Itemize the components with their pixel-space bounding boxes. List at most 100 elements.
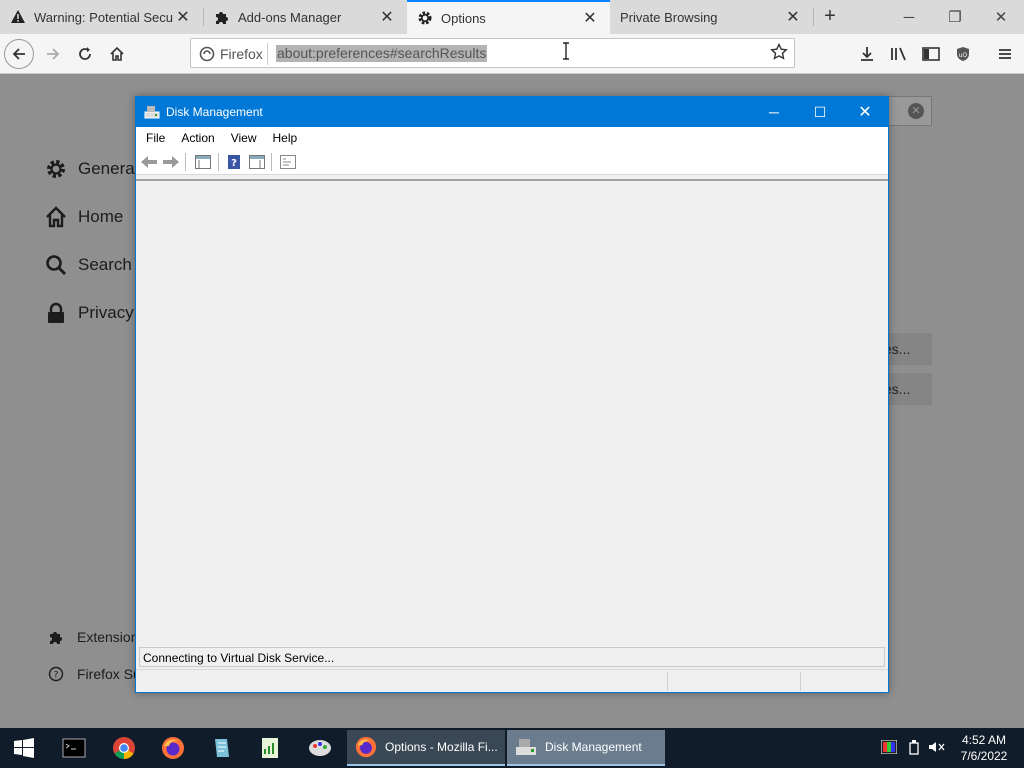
console-content-area <box>136 179 888 645</box>
close-window-icon[interactable]: ✕ <box>978 0 1024 34</box>
home-icon <box>44 205 68 229</box>
system-clock[interactable]: 4:52 AM 7/6/2022 <box>952 732 1016 764</box>
menu-file[interactable]: File <box>136 131 173 145</box>
search-icon <box>44 253 68 277</box>
clock-date: 7/6/2022 <box>960 749 1008 763</box>
task-label: Options - Mozilla Fi... <box>385 740 498 754</box>
taskbar-disk-management[interactable]: Disk Management <box>507 730 665 766</box>
close-tab-icon[interactable]: ✕ <box>173 7 193 27</box>
menu-view[interactable]: View <box>223 131 265 145</box>
usb-device-icon[interactable] <box>905 738 923 756</box>
close-tab-icon[interactable]: ✕ <box>783 7 803 27</box>
url-bar[interactable]: Firefox about:preferences#searchResults <box>190 38 795 68</box>
maximize-icon[interactable]: ☐ <box>797 97 843 127</box>
new-tab-icon[interactable]: + <box>818 4 842 28</box>
reload-icon[interactable] <box>70 39 100 69</box>
tab-options[interactable]: Options ✕ <box>407 0 610 34</box>
tab-label: Add-ons Manager <box>238 9 342 25</box>
minimize-icon[interactable]: ─ <box>886 0 932 34</box>
link-firefox-support[interactable]: ? Firefox Su <box>48 666 141 682</box>
taskbar: Options - Mozilla Fi... Disk Management … <box>0 728 1024 768</box>
menu-help[interactable]: Help <box>265 131 306 145</box>
tab-private-browsing[interactable]: Private Browsing ✕ <box>610 0 813 34</box>
download-icon[interactable] <box>852 39 882 69</box>
status-message: Connecting to Virtual Disk Service... <box>143 651 335 665</box>
tab-security-warning[interactable]: Warning: Potential Security Risk Ahead ✕ <box>0 0 203 34</box>
task-label: Disk Management <box>545 740 642 754</box>
firefox-icon <box>355 736 377 758</box>
help-book-icon[interactable]: ? <box>225 153 243 171</box>
warning-icon <box>10 9 26 25</box>
close-tab-icon[interactable]: ✕ <box>580 8 600 28</box>
nav-privacy[interactable]: Privacy & <box>44 301 150 325</box>
puzzle-icon <box>214 9 230 25</box>
gear-icon <box>44 157 68 181</box>
show-hide-action-pane-icon[interactable] <box>248 153 266 171</box>
command-prompt-icon[interactable] <box>58 732 90 764</box>
nav-search[interactable]: Search <box>44 253 132 277</box>
i-beam-cursor-icon <box>563 42 569 60</box>
link-label: Extension <box>77 629 139 645</box>
hamburger-menu-icon[interactable] <box>990 39 1020 69</box>
volume-muted-icon[interactable] <box>928 738 946 756</box>
nav-label: Search <box>78 255 132 274</box>
url-text[interactable]: about:preferences#searchResults <box>276 45 488 62</box>
window-title: Disk Management <box>166 105 263 119</box>
forward-arrow-icon[interactable] <box>162 153 180 171</box>
spreadsheet-icon[interactable] <box>254 732 286 764</box>
taskbar-firefox-options[interactable]: Options - Mozilla Fi... <box>347 730 505 766</box>
back-arrow-icon[interactable] <box>140 153 158 171</box>
identity-label: Firefox <box>220 46 263 62</box>
tab-addons-manager[interactable]: Add-ons Manager ✕ <box>204 0 407 34</box>
ublock-shield-icon[interactable]: uO <box>948 39 978 69</box>
color-tray-icon[interactable] <box>880 738 898 756</box>
svg-text:uO: uO <box>959 52 968 59</box>
firefox-icon[interactable] <box>157 732 189 764</box>
paint-icon[interactable] <box>304 732 336 764</box>
navigation-toolbar: Firefox about:preferences#searchResults … <box>0 34 1024 74</box>
link-extensions[interactable]: Extension <box>48 629 138 645</box>
help-icon: ? <box>48 666 64 682</box>
firefox-identity-icon <box>199 46 215 62</box>
mmc-toolbar: ? <box>136 149 888 175</box>
nav-home[interactable]: Home <box>44 205 123 229</box>
library-icon[interactable] <box>884 39 914 69</box>
home-icon[interactable] <box>102 39 132 69</box>
tab-label: Options <box>441 10 486 26</box>
puzzle-icon <box>48 629 64 645</box>
status-message-box: Connecting to Virtual Disk Service... <box>139 647 885 667</box>
disk-management-icon <box>515 736 537 758</box>
back-icon[interactable] <box>4 39 34 69</box>
nav-label: General <box>78 159 139 178</box>
site-identity[interactable]: Firefox <box>199 44 263 64</box>
menu-bar: File Action View Help <box>136 127 888 149</box>
tab-label: Private Browsing <box>620 9 718 25</box>
menu-action[interactable]: Action <box>173 131 222 145</box>
tab-label: Warning: Potential Security Risk Ahead <box>34 9 173 25</box>
status-bar <box>136 669 888 692</box>
lock-icon <box>44 301 68 325</box>
window-title-bar[interactable]: Disk Management ─ ☐ ✕ <box>136 97 888 127</box>
svg-text:?: ? <box>54 671 59 681</box>
sidebar-icon[interactable] <box>916 39 946 69</box>
preferences-search-field[interactable]: ✕ <box>888 96 932 126</box>
windows-start-icon[interactable] <box>8 732 40 764</box>
minimize-icon[interactable]: ─ <box>751 97 797 127</box>
show-hide-console-tree-icon[interactable] <box>194 153 212 171</box>
notepadpp-icon[interactable] <box>206 732 238 764</box>
nav-general[interactable]: General <box>44 157 138 181</box>
svg-text:?: ? <box>231 158 237 169</box>
tab-bar: Warning: Potential Security Risk Ahead ✕… <box>0 0 1024 34</box>
clear-search-icon[interactable]: ✕ <box>908 103 924 119</box>
chrome-icon[interactable] <box>108 732 140 764</box>
bookmark-star-icon[interactable] <box>770 42 788 64</box>
properties-icon[interactable] <box>279 153 297 171</box>
close-icon[interactable]: ✕ <box>842 97 888 127</box>
disk-management-icon <box>144 104 160 120</box>
link-label: Firefox Su <box>77 666 141 682</box>
close-tab-icon[interactable]: ✕ <box>377 7 397 27</box>
gear-icon <box>417 10 433 26</box>
restore-icon[interactable]: ❐ <box>932 0 978 34</box>
clock-time: 4:52 AM <box>961 733 1007 747</box>
forward-icon[interactable] <box>38 39 68 69</box>
